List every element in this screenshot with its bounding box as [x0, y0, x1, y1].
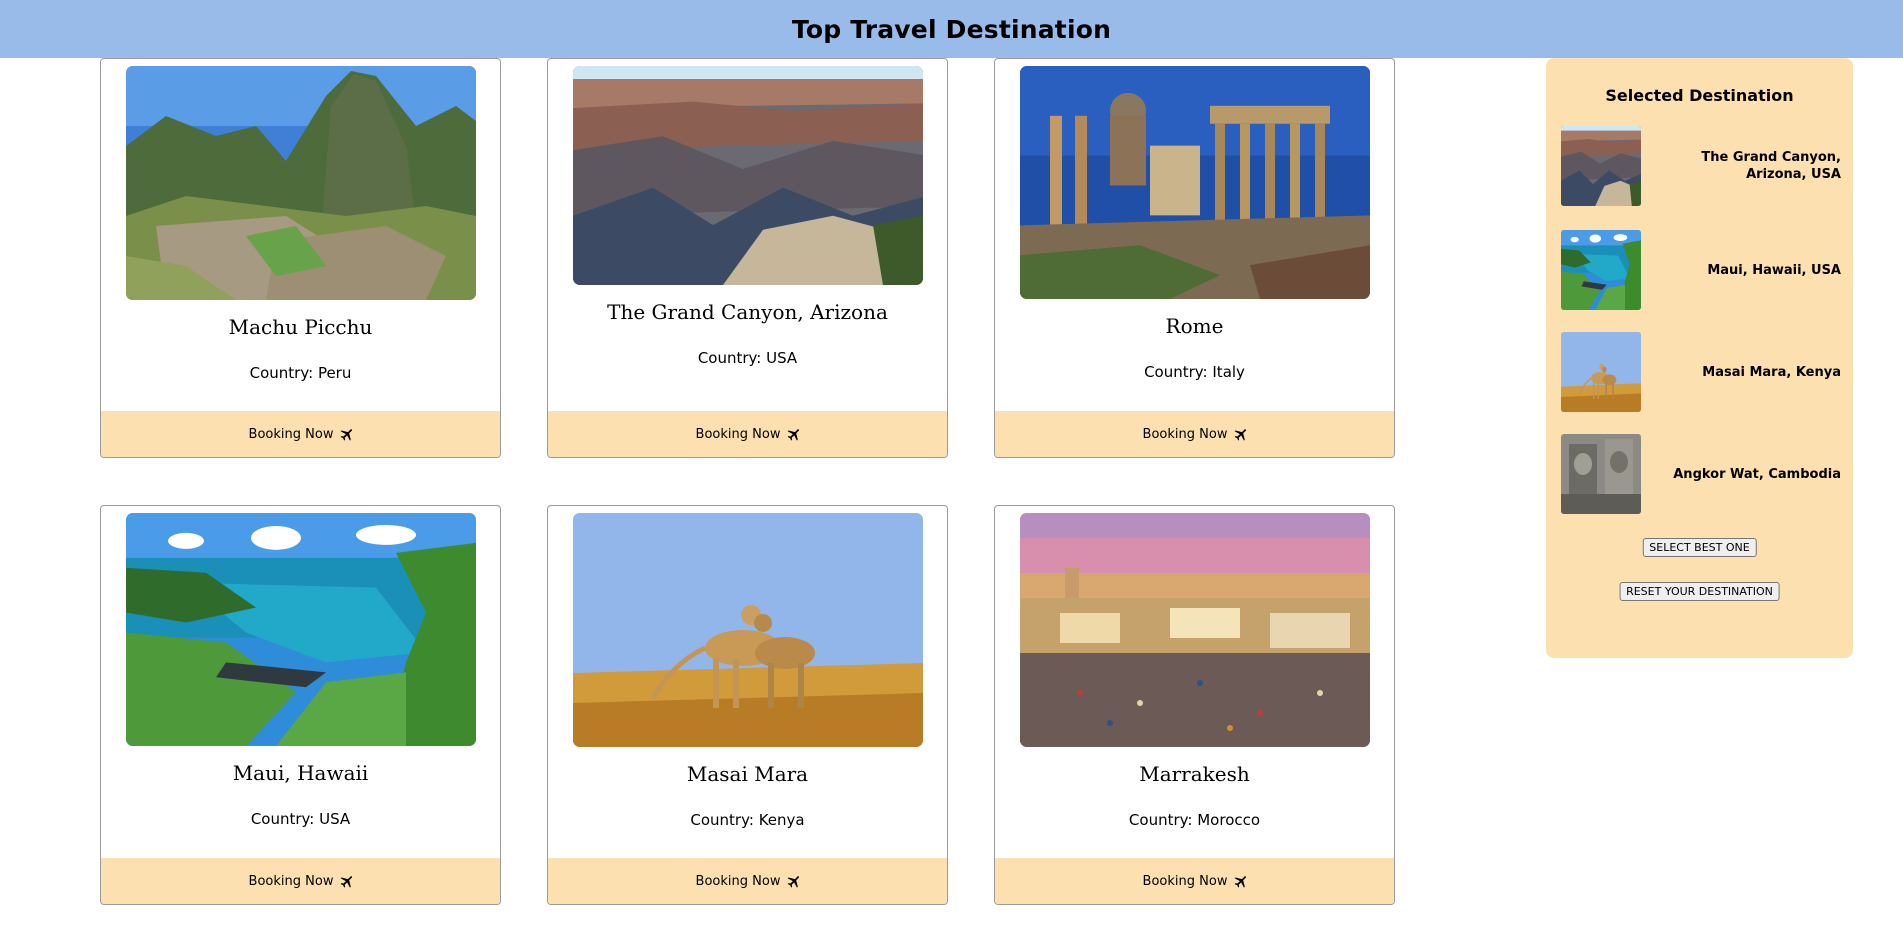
angkor-wat-thumb — [1561, 434, 1641, 514]
destination-country: Country: Morocco — [1128, 811, 1261, 829]
header-bar: Top Travel Destination — [0, 0, 1903, 58]
selected-item-label: Maui, Hawaii, USA — [1707, 262, 1841, 278]
destination-card: The Grand Canyon, Arizona Country: USA B… — [547, 58, 948, 458]
maui-thumb — [1561, 230, 1641, 310]
grand-canyon-photo — [573, 66, 923, 285]
destination-card: Masai Mara Country: Kenya Booking Now — [547, 505, 948, 905]
panel-title: Selected Destination — [1605, 86, 1794, 105]
booking-now-button[interactable]: Booking Now — [101, 858, 500, 904]
destination-country: Country: Italy — [1144, 363, 1245, 381]
booking-now-button[interactable]: Booking Now — [101, 411, 500, 457]
rome-photo — [1020, 66, 1370, 299]
selected-item: Angkor Wat, Cambodia — [1561, 434, 1841, 514]
airplane-icon — [1233, 428, 1246, 441]
machu-picchu-photo — [126, 66, 476, 300]
selected-item-label: The Grand Canyon, Arizona, USA — [1701, 150, 1841, 182]
marrakesh-photo — [1020, 513, 1370, 747]
reset-destination-button[interactable]: RESET YOUR DESTINATION — [1619, 582, 1780, 601]
booking-label: Booking Now — [1142, 873, 1228, 889]
destination-country: Country: USA — [697, 349, 798, 367]
destination-country: Country: USA — [250, 810, 351, 828]
masai-mara-photo — [573, 513, 923, 747]
airplane-icon — [339, 428, 352, 441]
booking-label: Booking Now — [248, 426, 334, 442]
destination-name: The Grand Canyon, Arizona — [607, 300, 888, 324]
selected-item-label: Angkor Wat, Cambodia — [1673, 466, 1841, 482]
airplane-icon — [1233, 875, 1246, 888]
destination-card: Rome Country: Italy Booking Now — [994, 58, 1395, 458]
airplane-icon — [786, 875, 799, 888]
booking-label: Booking Now — [695, 873, 781, 889]
select-best-button[interactable]: SELECT BEST ONE — [1642, 538, 1757, 557]
destination-card: Machu Picchu Country: Peru Booking Now — [100, 58, 501, 458]
destination-name: Maui, Hawaii — [232, 761, 369, 785]
destination-country: Country: Kenya — [690, 811, 805, 829]
selected-destination-panel: Selected Destination The Grand Canyon, A… — [1546, 58, 1853, 658]
booking-now-button[interactable]: Booking Now — [548, 411, 947, 457]
booking-now-button[interactable]: Booking Now — [995, 411, 1394, 457]
grand-canyon-thumb — [1561, 126, 1641, 206]
destination-name: Masai Mara — [686, 762, 809, 786]
selected-item: Maui, Hawaii, USA — [1561, 230, 1841, 310]
airplane-icon — [339, 875, 352, 888]
destination-country: Country: Peru — [249, 364, 352, 382]
booking-label: Booking Now — [248, 873, 334, 889]
destination-name: Machu Picchu — [228, 315, 373, 339]
maui-photo — [126, 513, 476, 746]
selected-item: The Grand Canyon, Arizona, USA — [1561, 126, 1841, 206]
selected-item: Masai Mara, Kenya — [1561, 332, 1841, 412]
booking-label: Booking Now — [695, 426, 781, 442]
selected-item-label: Masai Mara, Kenya — [1702, 364, 1841, 380]
airplane-icon — [786, 428, 799, 441]
destination-card: Marrakesh Country: Morocco Booking Now — [994, 505, 1395, 905]
booking-now-button[interactable]: Booking Now — [548, 858, 947, 904]
page-title: Top Travel Destination — [791, 14, 1112, 44]
booking-now-button[interactable]: Booking Now — [995, 858, 1394, 904]
destination-card: Maui, Hawaii Country: USA Booking Now — [100, 505, 501, 905]
masai-mara-thumb — [1561, 332, 1641, 412]
destination-name: Rome — [1165, 314, 1224, 338]
destination-name: Marrakesh — [1139, 762, 1250, 786]
booking-label: Booking Now — [1142, 426, 1228, 442]
